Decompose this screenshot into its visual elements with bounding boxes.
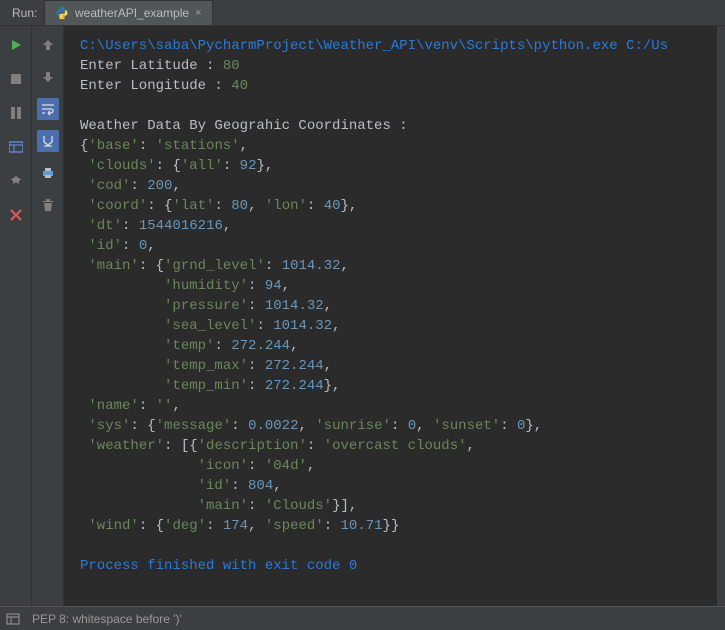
console-output[interactable]: C:\Users\saba\PycharmProject\Weather_API… — [64, 26, 717, 606]
print-icon — [41, 166, 55, 180]
python-icon — [55, 6, 69, 20]
pin-button[interactable] — [5, 170, 27, 192]
status-bar: PEP 8: whitespace before ')' — [0, 606, 725, 630]
tab-title: weatherAPI_example — [75, 6, 189, 20]
pin-icon — [9, 174, 23, 188]
arrow-down-icon — [42, 71, 54, 83]
layout-button[interactable] — [5, 136, 27, 158]
scroll-to-end-button[interactable] — [37, 130, 59, 152]
clear-all-button[interactable] — [37, 194, 59, 216]
console-text: C:\Users\saba\PycharmProject\Weather_API… — [80, 36, 717, 576]
stop-button[interactable] — [5, 68, 27, 90]
tab-bar: Run: weatherAPI_example × — [0, 0, 725, 26]
pause-button[interactable] — [5, 102, 27, 124]
play-icon — [9, 38, 23, 52]
trash-icon — [41, 198, 55, 212]
x-icon — [10, 209, 22, 221]
run-toolbar-primary — [0, 26, 32, 606]
close-tool-window-button[interactable] — [5, 204, 27, 226]
up-button[interactable] — [37, 34, 59, 56]
run-tab[interactable]: weatherAPI_example × — [44, 0, 213, 25]
status-icon — [6, 612, 20, 626]
stop-icon — [10, 73, 22, 85]
down-button[interactable] — [37, 66, 59, 88]
print-button[interactable] — [37, 162, 59, 184]
close-icon[interactable]: × — [195, 7, 201, 19]
right-gutter — [717, 26, 725, 606]
pause-icon — [10, 107, 22, 119]
tool-window-label: Run: — [0, 6, 44, 20]
layout-icon — [9, 140, 23, 154]
status-text: PEP 8: whitespace before ')' — [32, 612, 182, 626]
scroll-end-icon — [41, 134, 55, 148]
main-content: C:\Users\saba\PycharmProject\Weather_API… — [0, 26, 725, 606]
soft-wrap-icon — [41, 102, 55, 116]
arrow-up-icon — [42, 39, 54, 51]
soft-wrap-button[interactable] — [37, 98, 59, 120]
run-button[interactable] — [5, 34, 27, 56]
run-toolbar-secondary — [32, 26, 64, 606]
